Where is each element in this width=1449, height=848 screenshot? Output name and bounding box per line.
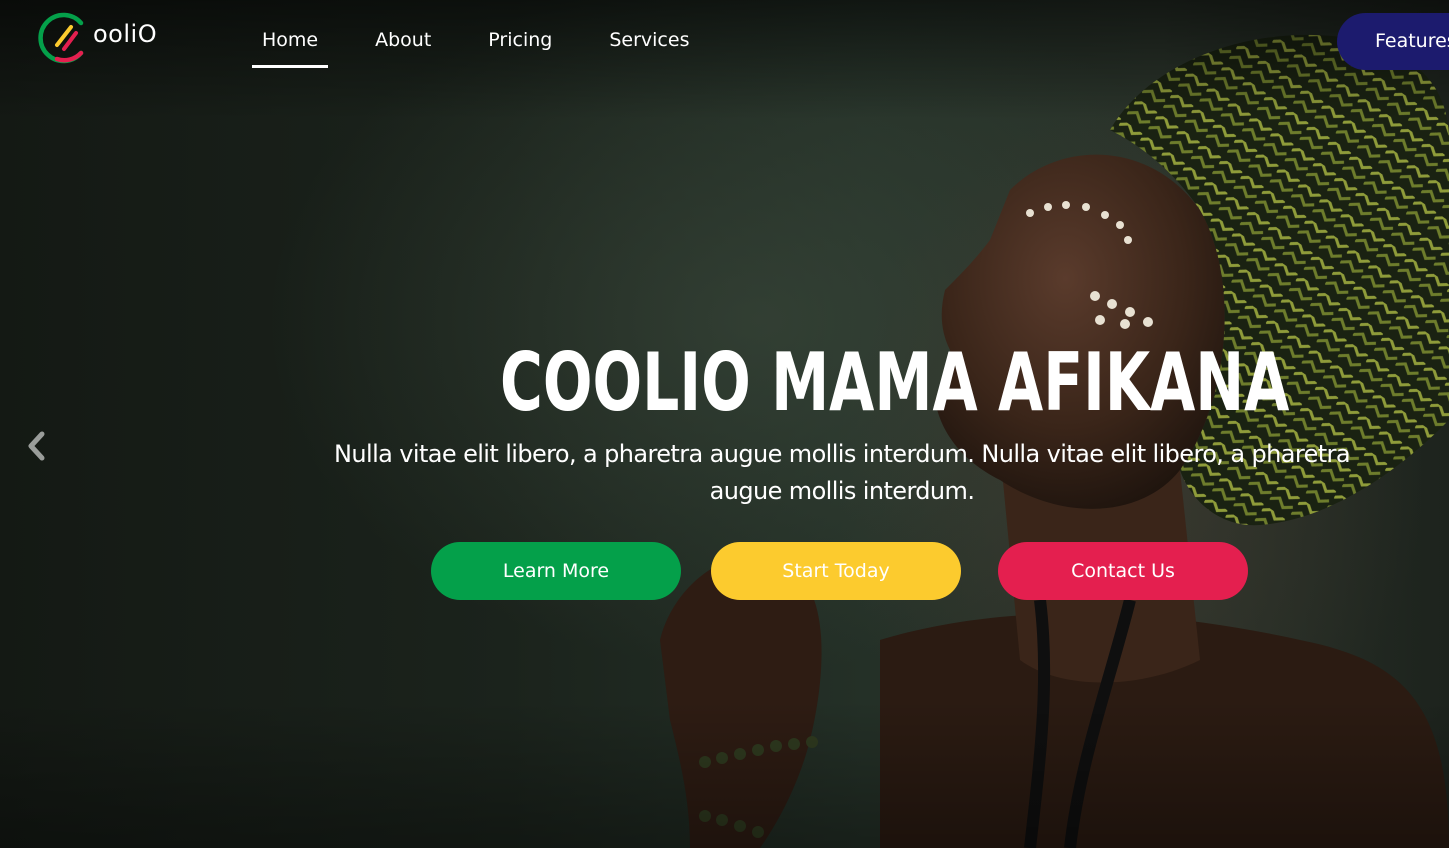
chevron-left-icon	[28, 431, 45, 461]
logo-text: ooliO	[93, 20, 158, 48]
navbar: ooliO Home About Pricing Services Featur…	[0, 0, 1449, 82]
hero-title-container: COOLIO MAMA AFIKANA	[500, 338, 1289, 428]
logo[interactable]: ooliO	[37, 10, 177, 66]
start-today-button[interactable]: Start Today	[711, 542, 961, 600]
contact-us-button[interactable]: Contact Us	[998, 542, 1248, 600]
nav-item-pricing[interactable]: Pricing	[478, 18, 562, 68]
hero-title: COOLIO MAMA AFIKANA	[500, 336, 1290, 429]
features-button[interactable]: Features	[1337, 13, 1449, 70]
learn-more-button[interactable]: Learn More	[431, 542, 681, 600]
nav-item-services[interactable]: Services	[599, 18, 699, 68]
hero-section: ooliO Home About Pricing Services Featur…	[0, 0, 1449, 848]
nav-item-home[interactable]: Home	[252, 18, 329, 68]
hero-description: Nulla vitae elit libero, a pharetra augu…	[334, 440, 1350, 505]
nav-item-about[interactable]: About	[365, 18, 441, 68]
nav-links: Home About Pricing Services	[252, 18, 736, 68]
carousel-prev-button[interactable]	[22, 428, 52, 464]
coolio-c-logo-icon	[38, 12, 84, 64]
